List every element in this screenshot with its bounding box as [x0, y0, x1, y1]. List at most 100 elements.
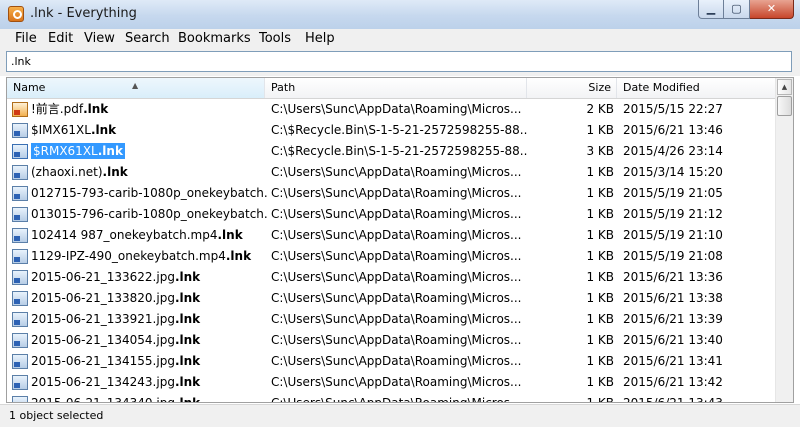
table-row[interactable]: !前言.pdf.lnk C:\Users\Sunc\AppData\Roaming… [7, 99, 777, 120]
table-row[interactable]: 2015-06-21_133622.jpg.lnk C:\Users\Sunc\A… [7, 267, 777, 288]
search-bar [0, 48, 800, 76]
table-row[interactable]: 2015-06-21_134155.jpg.lnk C:\Users\Sunc\A… [7, 351, 777, 372]
file-size: 1 KB [586, 123, 614, 137]
file-size: 1 KB [586, 207, 614, 221]
file-size: 2 KB [586, 102, 614, 116]
shortcut-icon [12, 249, 28, 264]
file-name: $RMX61XL.lnk [31, 141, 267, 162]
file-path: C:\Users\Sunc\AppData\Roaming\Micros... [271, 165, 522, 179]
file-date-modified: 2015/6/21 13:43 [623, 396, 723, 403]
results-list[interactable]: ▲ Name Path Size Date Modified !前言.pdf.l… [6, 77, 794, 403]
file-path: C:\Users\Sunc\AppData\Roaming\Micros... [271, 375, 522, 389]
file-name: 102414 987_onekeybatch.mp4.lnk [31, 225, 267, 246]
column-header-name-label: Name [13, 81, 46, 94]
file-name: 2015-06-21_133820.jpg.lnk [31, 288, 267, 309]
file-name: 2015-06-21_134340.jpg.lnk [31, 393, 267, 402]
file-name-base: $RMX61XL [33, 144, 98, 158]
everything-app-icon[interactable] [8, 6, 24, 22]
menu-search[interactable]: Search [125, 31, 170, 46]
window-title: .lnk - Everything [30, 6, 137, 21]
file-path: C:\Users\Sunc\AppData\Roaming\Micros... [271, 354, 522, 368]
table-row[interactable]: 1129-IPZ-490_onekeybatch.mp4.lnk C:\Users… [7, 246, 777, 267]
close-button[interactable]: ✕ [750, 0, 794, 19]
shortcut-icon [12, 270, 28, 285]
shortcut-icon [12, 207, 28, 222]
file-name-base: 1129-IPZ-490_onekeybatch.mp4 [31, 249, 226, 263]
column-header-path[interactable]: Path [265, 78, 527, 98]
menu-help[interactable]: Help [305, 31, 335, 46]
column-header-date-label: Date Modified [623, 81, 700, 94]
file-name-text: $IMX61XL.lnk [31, 123, 116, 137]
file-name-text: 102414 987_onekeybatch.mp4.lnk [31, 228, 243, 242]
file-date-modified: 2015/6/21 13:42 [623, 375, 723, 389]
window-controls: ▁ ▢ ✕ [698, 0, 794, 19]
table-row[interactable]: 2015-06-21_133921.jpg.lnk C:\Users\Sunc\A… [7, 309, 777, 330]
table-row[interactable]: 102414 987_onekeybatch.mp4.lnk C:\Users\S… [7, 225, 777, 246]
column-header: ▲ Name Path Size Date Modified [7, 78, 777, 99]
file-name: 2015-06-21_133921.jpg.lnk [31, 309, 267, 330]
table-row[interactable]: 012715-793-carib-1080p_onekeybatch... C:\… [7, 183, 777, 204]
file-size: 1 KB [586, 228, 614, 242]
pdf-shortcut-icon [12, 102, 28, 117]
table-row[interactable]: 2015-06-21_134243.jpg.lnk C:\Users\Sunc\A… [7, 372, 777, 393]
column-header-size[interactable]: Size [527, 78, 617, 98]
file-name-base: (zhaoxi.net) [31, 165, 103, 179]
file-name-text: 2015-06-21_133622.jpg.lnk [31, 270, 200, 284]
status-text: 1 object selected [9, 409, 104, 422]
file-name-text: 2015-06-21_133921.jpg.lnk [31, 312, 200, 326]
table-row[interactable]: 013015-796-carib-1080p_onekeybatch... C:\… [7, 204, 777, 225]
file-name-base: !前言.pdf [31, 102, 84, 116]
table-row[interactable]: 2015-06-21_134054.jpg.lnk C:\Users\Sunc\A… [7, 330, 777, 351]
file-name: 012715-793-carib-1080p_onekeybatch... [31, 183, 267, 204]
table-row[interactable]: $IMX61XL.lnk C:\$Recycle.Bin\S-1-5-21-257… [7, 120, 777, 141]
file-name-text: 1129-IPZ-490_onekeybatch.mp4.lnk [31, 249, 251, 263]
file-date-modified: 2015/6/21 13:38 [623, 291, 723, 305]
file-date-modified: 2015/5/19 21:08 [623, 249, 723, 263]
table-row-selected[interactable]: $RMX61XL.lnk C:\$Recycle.Bin\S-1-5-21-257… [7, 141, 777, 162]
file-name-match: .lnk [102, 165, 128, 179]
file-path: C:\Users\Sunc\AppData\Roaming\Micros... [271, 207, 522, 221]
column-header-date-modified[interactable]: Date Modified [617, 78, 777, 98]
column-header-name[interactable]: ▲ Name [7, 78, 265, 98]
table-row[interactable]: 2015-06-21_134340.jpg.lnk C:\Users\Sunc\A… [7, 393, 777, 403]
file-name-match: .lnk [174, 270, 201, 284]
shortcut-icon [12, 354, 28, 369]
file-name: 2015-06-21_134155.jpg.lnk [31, 351, 267, 372]
close-icon: ✕ [766, 2, 777, 15]
scrollbar-thumb[interactable] [777, 96, 792, 116]
file-path: C:\$Recycle.Bin\S-1-5-21-2572598255-88..… [271, 123, 527, 137]
file-name: 2015-06-21_133622.jpg.lnk [31, 267, 267, 288]
scroll-up-button[interactable]: ▲ [777, 79, 792, 95]
minimize-button[interactable]: ▁ [698, 0, 724, 19]
file-date-modified: 2015/5/19 21:05 [623, 186, 723, 200]
file-size: 1 KB [586, 396, 614, 403]
menu-tools[interactable]: Tools [259, 31, 291, 46]
menu-view[interactable]: View [84, 31, 115, 46]
file-name-match: .lnk [174, 333, 201, 347]
file-size: 1 KB [586, 291, 614, 305]
search-input[interactable] [6, 51, 792, 72]
vertical-scrollbar[interactable]: ▲ [775, 78, 793, 402]
table-row[interactable]: 2015-06-21_133820.jpg.lnk C:\Users\Sunc\A… [7, 288, 777, 309]
menu-file[interactable]: File [15, 31, 37, 46]
maximize-button[interactable]: ▢ [724, 0, 750, 19]
title-bar[interactable]: .lnk - Everything ▁ ▢ ✕ [0, 0, 800, 30]
file-size: 1 KB [586, 165, 614, 179]
file-name-base: 2015-06-21_134054.jpg [31, 333, 175, 347]
table-row[interactable]: (zhaoxi.net).lnk C:\Users\Sunc\AppData\Ro… [7, 162, 777, 183]
file-name-match: .lnk [90, 123, 117, 137]
menu-bookmarks[interactable]: Bookmarks [178, 31, 251, 46]
file-name-base: 2015-06-21_133820.jpg [31, 291, 175, 305]
file-path: C:\Users\Sunc\AppData\Roaming\Micros... [271, 396, 522, 403]
file-name-text: 2015-06-21_133820.jpg.lnk [31, 291, 200, 305]
file-name: 2015-06-21_134243.jpg.lnk [31, 372, 267, 393]
file-name-match: .lnk [174, 291, 201, 305]
file-date-modified: 2015/6/21 13:40 [623, 333, 723, 347]
file-name-base: 2015-06-21_134155.jpg [31, 354, 175, 368]
file-size: 3 KB [586, 144, 614, 158]
file-name-base: 013015-796-carib-1080p_onekeybatch... [31, 207, 267, 221]
file-name-text: (zhaoxi.net).lnk [31, 165, 128, 179]
file-name: 013015-796-carib-1080p_onekeybatch... [31, 204, 267, 225]
menu-edit[interactable]: Edit [48, 31, 73, 46]
file-date-modified: 2015/5/15 22:27 [623, 102, 723, 116]
